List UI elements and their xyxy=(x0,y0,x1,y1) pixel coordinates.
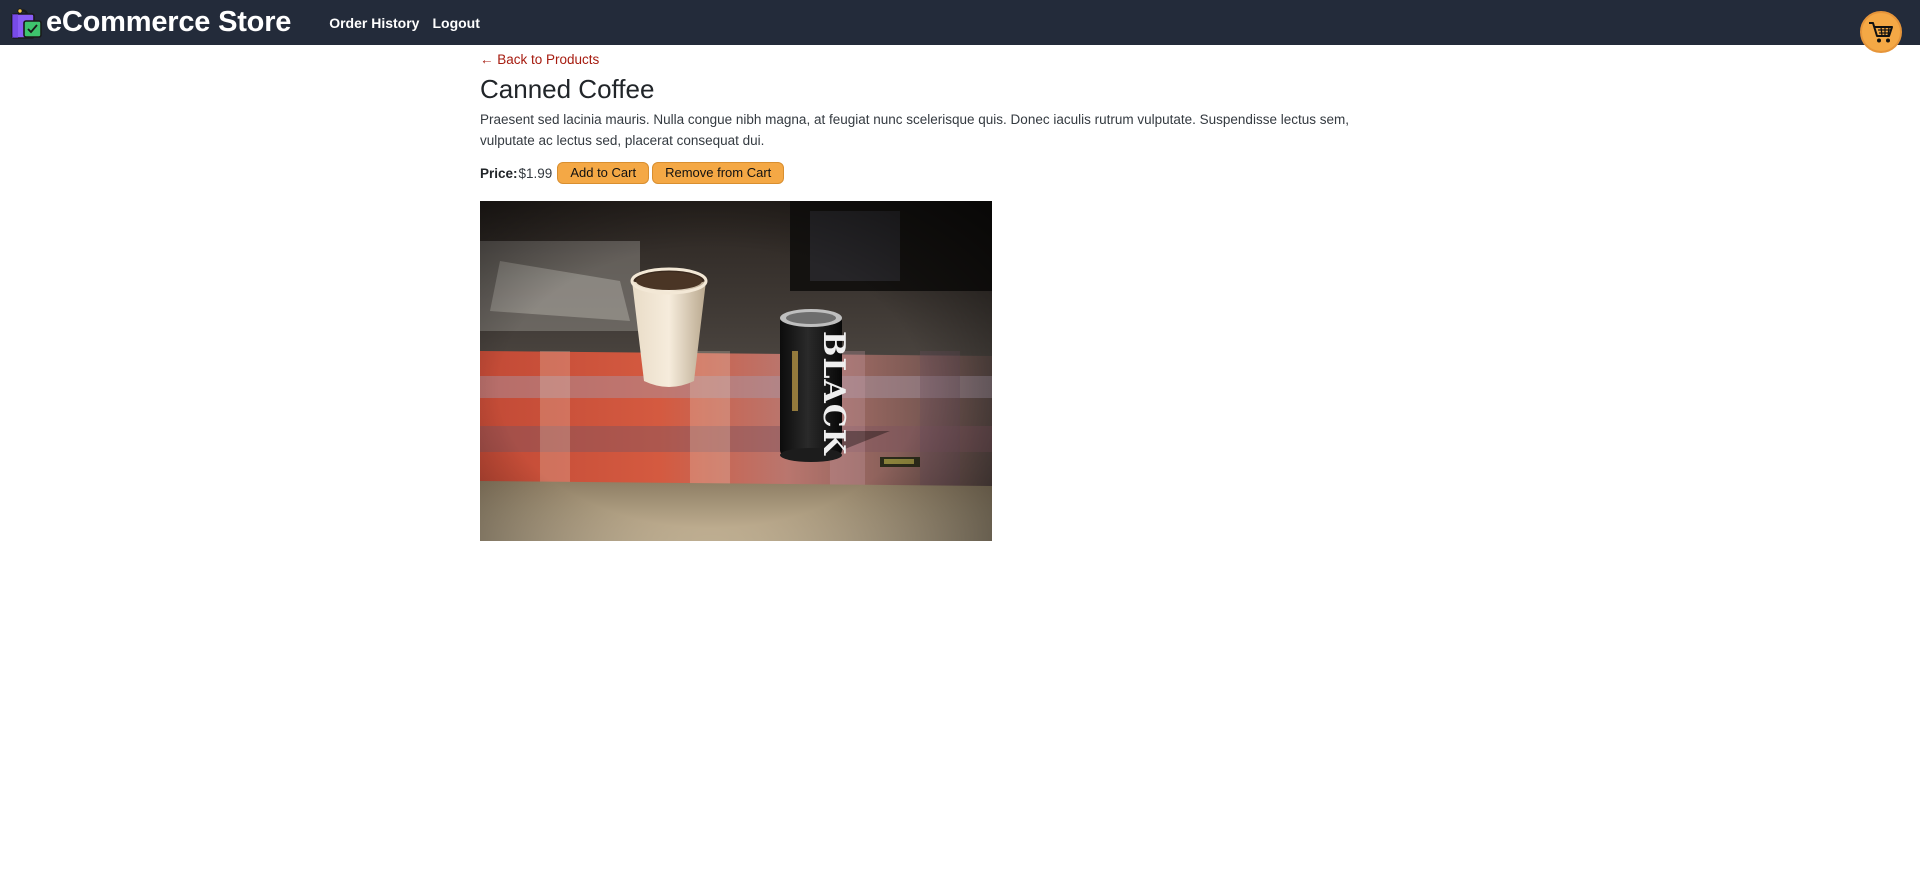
price-row: Price: $1.99 Add to Cart Remove from Car… xyxy=(480,162,1400,185)
price-value: $1.99 xyxy=(518,165,553,181)
price-label: Price: xyxy=(480,165,518,181)
nav-link-order-history[interactable]: Order History xyxy=(329,15,419,31)
shopping-bag-icon xyxy=(11,7,42,39)
top-navbar: eCommerce Store Order History Logout xyxy=(0,0,1920,45)
product-title: Canned Coffee xyxy=(480,74,655,104)
cart-button[interactable] xyxy=(1860,11,1902,53)
product-description: Praesent sed lacinia mauris. Nulla congu… xyxy=(480,112,1349,149)
nav-link-logout[interactable]: Logout xyxy=(432,15,479,31)
product-image: BLACK xyxy=(480,201,992,541)
shopping-cart-icon xyxy=(1869,22,1893,43)
add-to-cart-button[interactable]: Add to Cart xyxy=(557,162,650,185)
remove-from-cart-button[interactable]: Remove from Cart xyxy=(652,162,785,185)
brand-link[interactable]: eCommerce Store xyxy=(9,6,291,40)
brand-name: eCommerce Store xyxy=(46,6,292,38)
product-detail: ← Back to Products Canned Coffee Praesen… xyxy=(480,45,1400,541)
nav-links: Order History Logout xyxy=(329,15,480,31)
back-to-products-link[interactable]: ← Back to Products xyxy=(480,52,599,67)
